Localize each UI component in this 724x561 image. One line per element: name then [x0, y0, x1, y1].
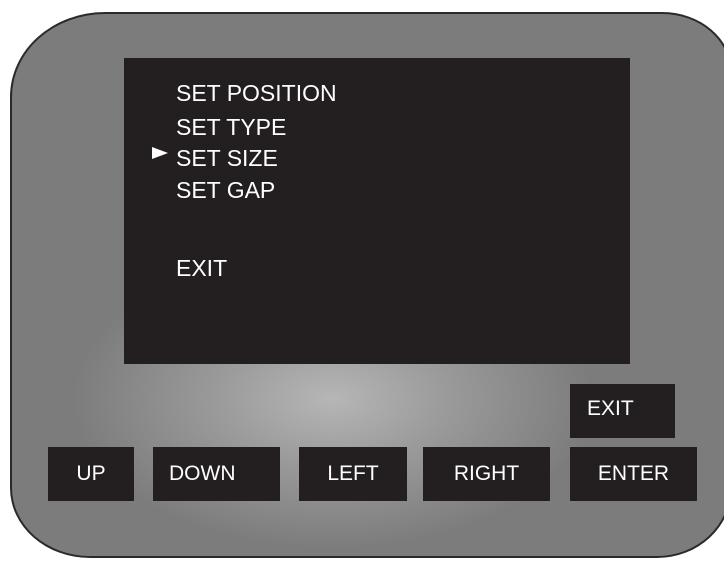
down-button[interactable]: DOWN [153, 447, 280, 501]
device-panel: SET POSITION SET TYPE SET SIZE SET GAP E… [0, 0, 724, 561]
menu-item-exit[interactable]: EXIT [176, 255, 227, 281]
menu-item-set-gap[interactable]: SET GAP [176, 177, 275, 203]
right-button[interactable]: RIGHT [423, 447, 550, 501]
menu-item-set-type[interactable]: SET TYPE [176, 114, 286, 140]
exit-button[interactable]: EXIT [570, 384, 675, 438]
menu-item-set-position[interactable]: SET POSITION [176, 80, 337, 106]
enter-button[interactable]: ENTER [570, 447, 697, 501]
menu-screen: SET POSITION SET TYPE SET SIZE SET GAP E… [124, 58, 630, 364]
menu-item-set-size[interactable]: SET SIZE [176, 145, 278, 171]
left-button[interactable]: LEFT [299, 447, 407, 501]
selection-pointer-icon [152, 147, 168, 159]
up-button[interactable]: UP [48, 447, 134, 501]
